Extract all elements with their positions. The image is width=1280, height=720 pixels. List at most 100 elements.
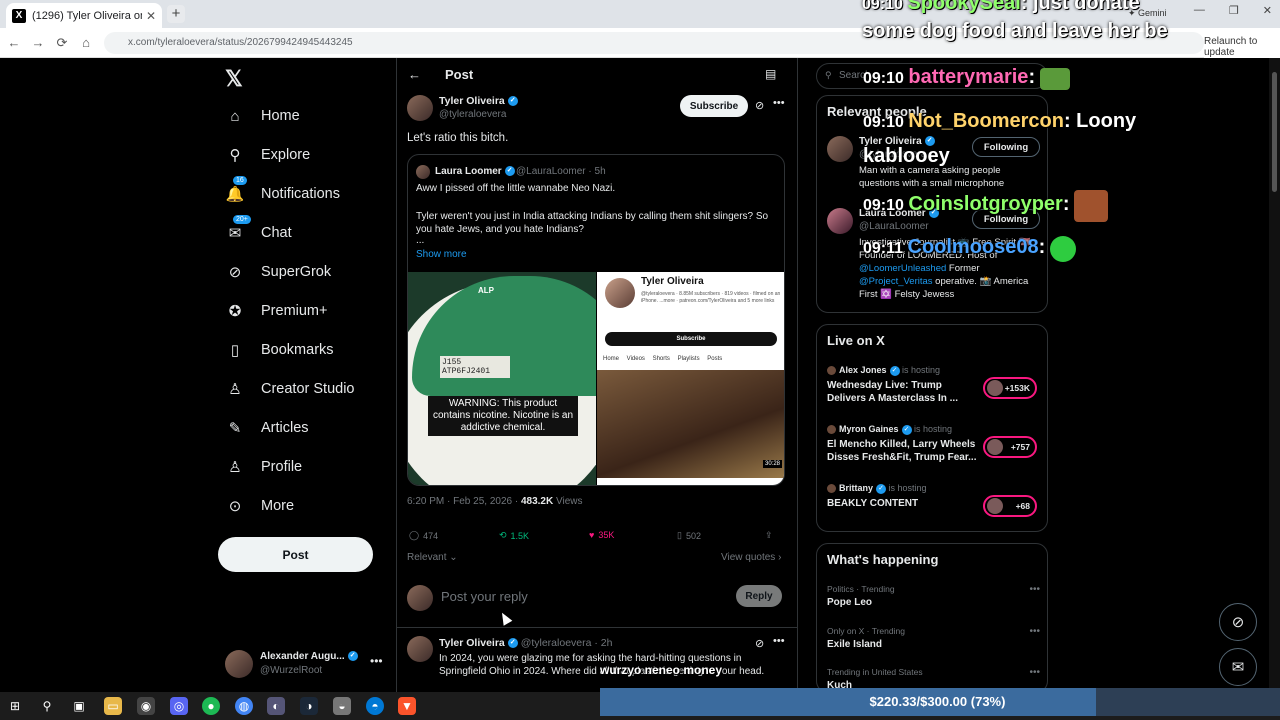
author-handle[interactable]: @tyleraloevera: [439, 109, 506, 120]
x-logo-icon[interactable]: 𝕏: [225, 66, 243, 92]
brave-icon[interactable]: ▼: [398, 697, 416, 715]
forward-icon[interactable]: →: [30, 35, 46, 50]
chat-overlay-line: 09:10 Not_Boomercon: Loony: [863, 110, 1136, 133]
chat-user: Coinslotgroyper: [908, 193, 1063, 216]
repost-action[interactable]: ⟲ 1.5K: [499, 530, 529, 541]
nav-item-supergrok[interactable]: ⊘ SuperGrok: [225, 257, 331, 287]
reader-mode-icon[interactable]: ▤: [765, 67, 776, 81]
trend-category: Politics · Trending: [827, 584, 895, 594]
reload-icon[interactable]: ⟳: [54, 35, 70, 51]
nav-item-creator-studio[interactable]: ♙ Creator Studio: [225, 374, 354, 404]
more-dots-icon[interactable]: •••: [773, 635, 785, 647]
reply-button[interactable]: Reply: [736, 585, 782, 607]
grok-icon[interactable]: ⊘: [755, 637, 764, 650]
chat-overlay-line: 09:10 SpookySeal: just donate: [862, 0, 1140, 15]
nav-item-articles[interactable]: ✎ Articles: [225, 413, 309, 443]
listener-count: +153K: [983, 377, 1037, 399]
trend-item[interactable]: Only on X · Trending Exile Island •••: [827, 626, 1042, 660]
mention-link[interactable]: @LoomerUnleashed: [859, 263, 946, 274]
view-quotes-link[interactable]: View quotes ›: [721, 552, 781, 563]
quoted-post[interactable]: Laura Loomer ✓ @LauraLoomer · 5h Aww I pi…: [407, 154, 785, 486]
reply-action[interactable]: ◯ 474: [409, 530, 438, 541]
share-action[interactable]: ⇪: [765, 530, 773, 541]
scrollbar-thumb[interactable]: [1272, 72, 1277, 192]
relaunch-button[interactable]: Relaunch to update: [1204, 36, 1280, 58]
chat-user: Not_Boomercon: [908, 110, 1064, 132]
person-handle: @LauraLoomer: [859, 221, 929, 232]
home-icon: ⌂: [230, 107, 240, 125]
scrollbar[interactable]: [1269, 58, 1280, 698]
search-icon[interactable]: ⚲: [38, 697, 56, 715]
chat-overlay-line: kablooey: [863, 145, 950, 168]
file-explorer-icon[interactable]: ▭: [104, 697, 122, 715]
post-button[interactable]: Post: [218, 537, 373, 572]
verified-icon: ✓: [889, 365, 900, 376]
grok-float-button[interactable]: ⊘: [1219, 603, 1257, 641]
close-window-icon[interactable]: ✕: [1263, 4, 1272, 17]
task-view-icon[interactable]: ▣: [70, 697, 88, 715]
more-dots-icon[interactable]: •••: [773, 97, 785, 109]
obs-icon[interactable]: ◉: [137, 697, 155, 715]
new-tab-button[interactable]: +: [167, 5, 185, 23]
live-title: BEAKLY CONTENT: [827, 498, 919, 509]
live-item[interactable]: Alex Jones ✓ is hosting Wednesday Live: T…: [827, 365, 1042, 413]
trend-name: Exile Island: [827, 639, 883, 650]
edge-icon[interactable]: ◓: [366, 697, 384, 715]
grok-icon[interactable]: ⊘: [755, 99, 764, 112]
trend-item[interactable]: Politics · Trending Pope Leo •••: [827, 584, 1042, 618]
nav-item-chat[interactable]: ✉ 20+ Chat: [225, 215, 292, 248]
author-name[interactable]: Tyler Oliveira ✓: [439, 95, 518, 107]
like-action[interactable]: ♥ 35K: [589, 530, 614, 540]
verified-icon: ✓: [507, 638, 518, 649]
live-item[interactable]: Brittany ✓ is hosting BEAKLY CONTENT +68: [827, 483, 1042, 531]
avatar: [827, 208, 853, 234]
app-icon[interactable]: ◒: [333, 697, 351, 715]
avatar[interactable]: [407, 95, 433, 121]
avatar: [827, 136, 853, 162]
home-icon[interactable]: ⌂: [78, 35, 94, 50]
bookmark-action[interactable]: ▯ 502: [677, 530, 701, 541]
chrome-icon[interactable]: ◍: [235, 697, 253, 715]
nav-item-profile[interactable]: ♙ Profile: [225, 452, 302, 482]
pouch-lid-image[interactable]: ALP J155 ATP6FJ2401 WARNING: This produc…: [408, 272, 596, 485]
nav-item-bookmarks[interactable]: ▯ Bookmarks: [225, 335, 334, 365]
more-dots-icon[interactable]: •••: [1029, 584, 1040, 595]
live-item[interactable]: Myron Gaines ✓ is hosting El Mencho Kille…: [827, 424, 1042, 472]
discord-icon[interactable]: ◎: [170, 697, 188, 715]
nav-item-explore[interactable]: ⚲ Explore: [225, 140, 311, 170]
avatar: [827, 425, 836, 435]
app-icon[interactable]: ◐: [267, 697, 285, 715]
spotify-icon[interactable]: ●: [202, 697, 220, 715]
account-switcher[interactable]: Alexander Augu... ✓ @WurzelRoot •••: [225, 648, 395, 682]
nav-item-notifications[interactable]: 🔔 16 Notifications: [225, 176, 340, 209]
minimize-icon[interactable]: —: [1194, 4, 1205, 17]
nav-item-home[interactable]: ⌂ Home: [225, 101, 299, 131]
back-arrow-icon[interactable]: ←: [408, 67, 421, 82]
start-icon[interactable]: ⊞: [6, 697, 24, 715]
more-dots-icon[interactable]: •••: [370, 654, 383, 668]
maximize-icon[interactable]: ❐: [1229, 4, 1239, 17]
pepe-emote-icon: [1039, 67, 1070, 90]
reply-input[interactable]: Post your reply: [441, 589, 528, 604]
sort-replies-dropdown[interactable]: Relevant ⌄: [407, 552, 458, 563]
more-dots-icon[interactable]: •••: [1029, 667, 1040, 678]
show-more-link[interactable]: Show more: [416, 249, 467, 260]
following-button[interactable]: Following: [972, 137, 1040, 157]
reply-icon: ◯: [409, 530, 420, 540]
back-icon[interactable]: ←: [6, 35, 22, 50]
nav-item-more[interactable]: ⊙ More: [225, 491, 294, 521]
chat-overlay-line: 09:11 Coolmoose08:: [863, 236, 1076, 262]
mention-link[interactable]: @Project_Veritas: [859, 276, 933, 287]
tab-close-icon[interactable]: ✕: [146, 9, 156, 23]
browser-tab[interactable]: X (1296) Tyler Oliveira on X: "Let's ✕: [6, 3, 162, 28]
nav-item-premium[interactable]: ✪ Premium+: [225, 296, 328, 326]
messages-float-button[interactable]: ✉: [1219, 648, 1257, 686]
brand-label: ALP: [478, 286, 494, 295]
channel-name: Tyler Oliveira: [641, 276, 704, 287]
verified-icon: ✓: [901, 424, 912, 435]
steam-icon[interactable]: ◑: [300, 697, 318, 715]
subscribe-button[interactable]: Subscribe: [680, 95, 748, 117]
more-dots-icon[interactable]: •••: [1029, 626, 1040, 637]
chat-user: batterymarie: [908, 66, 1029, 88]
youtube-channel-image[interactable]: Tyler Oliveira @tyleraloevera · 8.85M su…: [597, 272, 784, 485]
